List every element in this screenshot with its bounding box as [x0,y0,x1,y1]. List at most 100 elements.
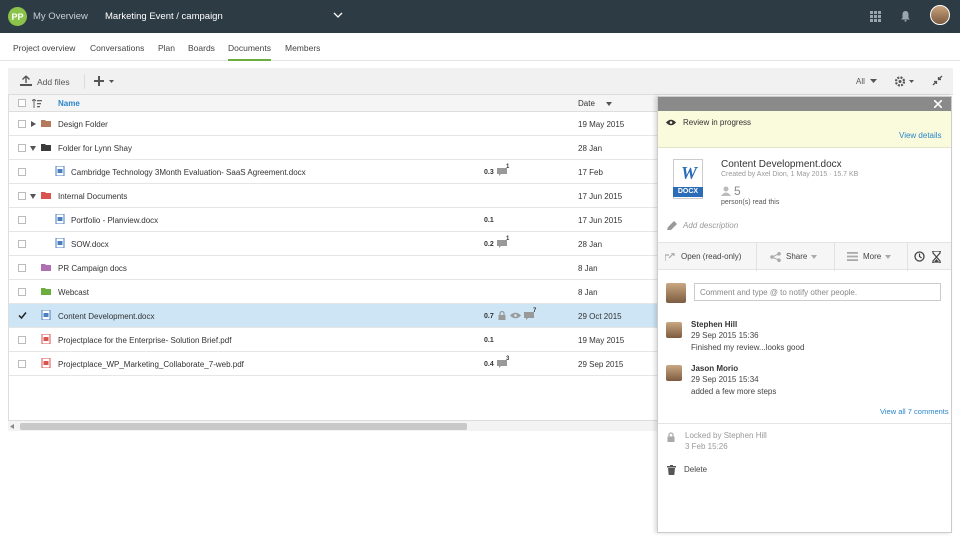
avatar [666,322,682,338]
scroll-left-icon[interactable] [10,424,14,429]
pdf-icon [41,358,51,368]
table-row[interactable]: Folder for Lynn Shay 28 Jan [9,136,659,160]
row-checkbox[interactable] [18,240,26,248]
row-checkbox[interactable] [18,336,26,344]
my-overview-link[interactable]: My Overview [33,11,88,22]
file-name[interactable]: Internal Documents [58,192,127,201]
view-details-link[interactable]: View details [899,131,942,140]
row-checkbox[interactable] [18,264,26,272]
settings-gear-icon[interactable] [894,75,916,88]
horizontal-scrollbar[interactable] [8,420,658,431]
file-name[interactable]: Content Development.docx [58,312,155,321]
delete-button[interactable]: Delete [684,465,707,474]
collapse-arrow-icon[interactable] [30,194,36,200]
table-row[interactable]: SOW.docx 0.2 1 28 Jan [9,232,659,256]
file-date: 8 Jan [578,264,598,273]
eye-icon [510,312,521,319]
apps-grid-icon[interactable] [870,11,881,22]
new-item-menu-icon[interactable] [94,75,116,87]
add-files-button[interactable]: Add files [37,77,70,87]
document-actions-bar: Open (read-only) Share More [658,242,951,271]
file-name[interactable]: Projectplace_WP_Marketing_Collaborate_7-… [58,360,244,369]
collapse-arrow-icon[interactable] [30,146,36,152]
row-checkbox[interactable] [18,216,26,224]
user-avatar[interactable] [930,5,950,25]
project-tabs: Project overview Conversations Plan Boar… [0,33,960,61]
hourglass-icon[interactable] [932,251,941,263]
date-column-header[interactable]: Date [578,99,595,108]
toolbar-divider [84,74,85,89]
file-date: 17 Feb [578,168,603,177]
filter-select[interactable]: All [856,77,865,86]
history-clock-icon[interactable] [914,251,925,262]
share-button[interactable]: Share [786,252,807,261]
file-date: 17 Jun 2015 [578,216,623,225]
file-name[interactable]: Cambridge Technology 3Month Evaluation- … [71,168,306,177]
tab-conversations[interactable]: Conversations [90,43,144,61]
chevron-down-icon[interactable] [332,9,344,21]
table-row[interactable]: PR Campaign docs 8 Jan [9,256,659,280]
table-row[interactable]: Projectplace_WP_Marketing_Collaborate_7-… [9,352,659,376]
table-row[interactable]: Portfolio - Planview.docx 0.1 17 Jun 201… [9,208,659,232]
tab-members[interactable]: Members [285,43,320,61]
file-date: 8 Jan [578,288,598,297]
file-version: 0.4 [484,361,494,368]
row-checkbox[interactable] [18,192,26,200]
comment-input[interactable]: Comment and type @ to notify other peopl… [694,283,941,301]
table-row[interactable]: Cambridge Technology 3Month Evaluation- … [9,160,659,184]
trash-icon[interactable] [667,465,676,475]
table-row[interactable]: Design Folder 19 May 2015 [9,112,659,136]
file-name[interactable]: SOW.docx [71,240,109,249]
table-row-selected[interactable]: Content Development.docx 0.7 7 29 Oct 20… [9,304,659,328]
file-name[interactable]: Projectplace for the Enterprise- Solutio… [58,336,231,345]
avatar [666,365,682,381]
close-icon[interactable] [934,100,942,108]
expand-arrow-icon[interactable] [31,121,37,127]
file-name[interactable]: Portfolio - Planview.docx [71,216,158,225]
collapse-arrows-icon[interactable] [932,75,943,86]
name-column-header[interactable]: Name [58,99,80,108]
divider [658,423,951,424]
panel-header [658,97,951,111]
logo[interactable]: PP [8,7,27,26]
row-checkbox[interactable] [18,144,26,152]
word-doc-icon [55,238,65,248]
caret-down-icon [870,79,877,83]
file-name[interactable]: Design Folder [58,120,108,129]
top-bar: PP My Overview Marketing Event / campaig… [0,0,960,33]
view-all-comments-link[interactable]: View all 7 comments [880,407,949,416]
table-row[interactable]: Webcast 8 Jan [9,280,659,304]
tab-documents[interactable]: Documents [228,43,271,61]
comment-count: 1 [506,236,510,242]
file-name[interactable]: Webcast [58,288,89,297]
file-name[interactable]: Folder for Lynn Shay [58,144,132,153]
sort-icon[interactable] [32,99,42,108]
lock-icon [667,432,675,442]
pdf-icon [41,334,51,344]
tab-plan[interactable]: Plan [158,43,175,61]
comment-author[interactable]: Stephen Hill [691,320,737,329]
row-checkbox[interactable] [18,120,26,128]
select-all-checkbox[interactable] [18,99,26,107]
row-checkbox[interactable] [18,288,26,296]
upload-icon[interactable] [19,75,33,87]
checkmark-icon[interactable] [18,311,27,320]
row-checkbox[interactable] [18,168,26,176]
file-date: 29 Sep 2015 [578,360,624,369]
more-button[interactable]: More [863,252,881,261]
tab-boards[interactable]: Boards [188,43,215,61]
bell-icon[interactable] [900,10,911,22]
folder-icon [41,144,51,151]
comment-author[interactable]: Jason Morio [691,364,738,373]
file-name[interactable]: PR Campaign docs [58,264,127,273]
project-title[interactable]: Marketing Event / campaign [105,11,223,22]
locked-by: Locked by Stephen Hill [685,431,767,440]
table-row[interactable]: Internal Documents 17 Jun 2015 [9,184,659,208]
tab-project-overview[interactable]: Project overview [13,43,75,61]
row-checkbox[interactable] [18,360,26,368]
add-description-field[interactable]: Add description [683,221,738,230]
comment-date: 29 Sep 2015 15:34 [691,375,759,384]
scrollbar-thumb[interactable] [20,423,467,430]
open-read-only-button[interactable]: Open (read-only) [681,252,741,261]
table-row[interactable]: Projectplace for the Enterprise- Solutio… [9,328,659,352]
